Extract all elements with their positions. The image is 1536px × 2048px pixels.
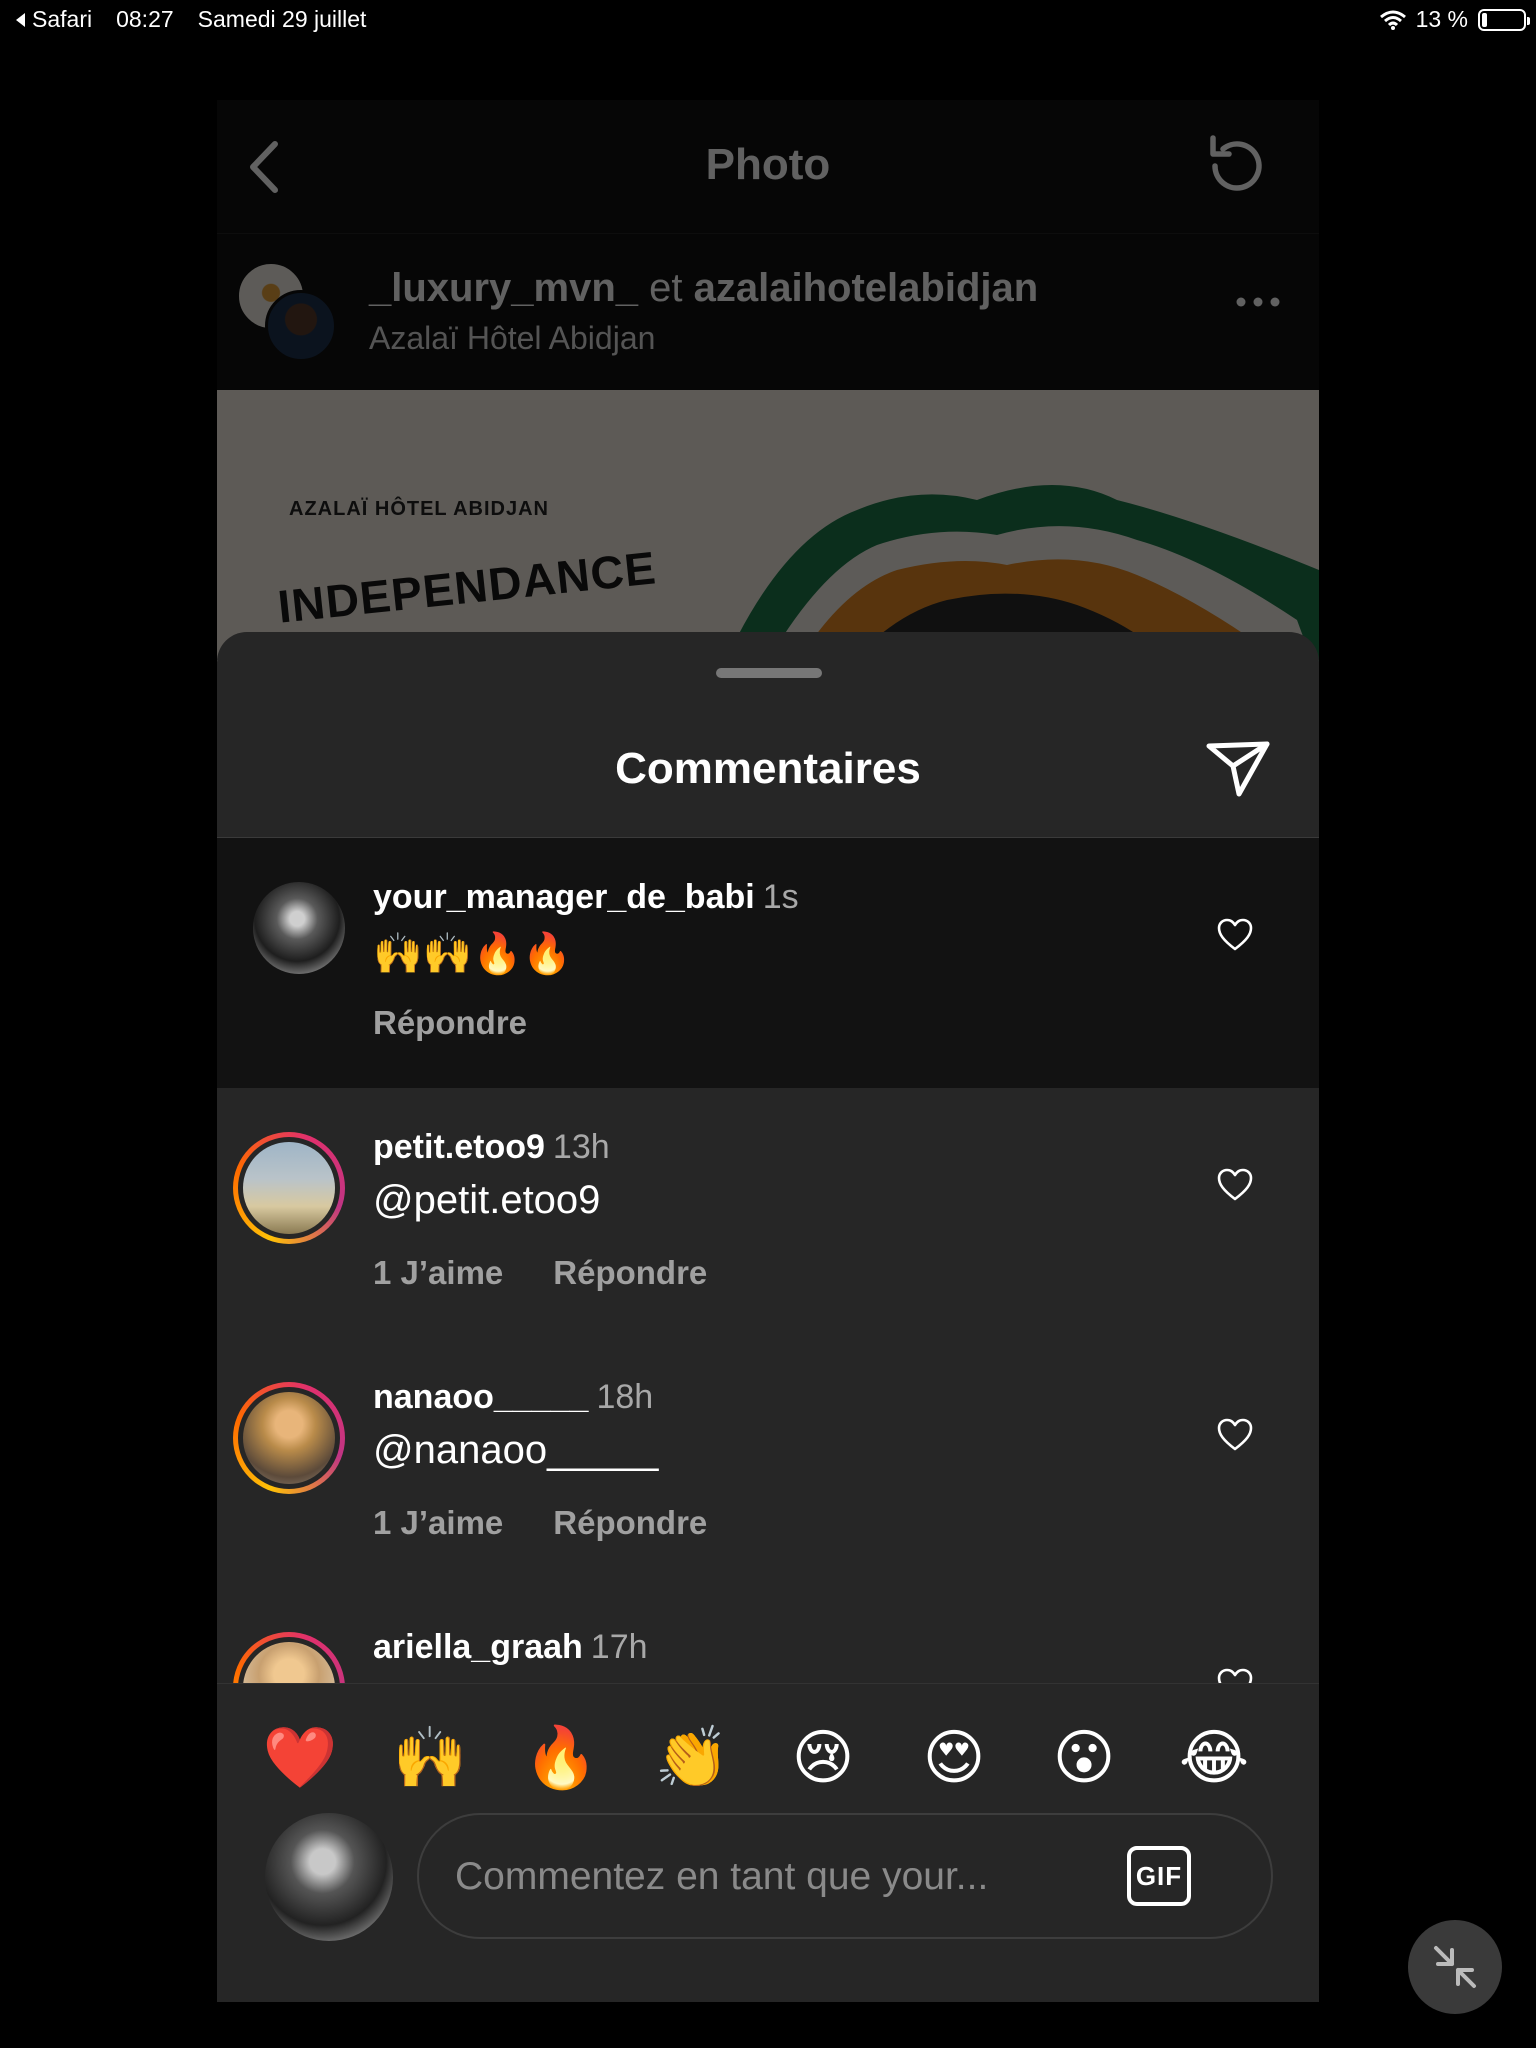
heart-icon[interactable] — [1217, 918, 1253, 952]
status-bar: Safari 08:27 Samedi 29 juillet 13 % — [0, 0, 1536, 40]
avatar — [243, 1642, 335, 1683]
comment-username[interactable]: ariella_graah — [373, 1628, 583, 1666]
comment-header: nanaoo_____ 18h — [373, 1378, 653, 1417]
page-title: Photo — [705, 140, 831, 189]
comment-time: 18h — [596, 1378, 654, 1416]
comments-list[interactable]: your_manager_de_babi 1s 🙌🙌🔥🔥 Répondre pet… — [217, 838, 1319, 1683]
avatar[interactable] — [253, 882, 345, 974]
reply-button[interactable]: Répondre — [553, 1504, 707, 1542]
story-ring[interactable] — [233, 1132, 345, 1244]
battery-icon — [1478, 8, 1530, 31]
status-right: 13 % — [1379, 6, 1530, 33]
comments-sheet: Commentaires your_manager_de_babi 1s 🙌🙌🔥🔥… — [217, 632, 1319, 2002]
status-time: 08:27 — [116, 6, 174, 32]
post-location[interactable]: Azalaï Hôtel Abidjan — [369, 320, 655, 357]
heart-icon[interactable] — [1217, 1418, 1253, 1452]
collab-avatars[interactable] — [237, 262, 337, 362]
share-icon[interactable] — [1205, 738, 1271, 798]
photo-brand-text: AZALAÏ HÔTEL ABIDJAN — [289, 498, 549, 520]
comment-item: nanaoo_____ 18h @nanaoo_____ 1 J’aime Rép… — [217, 1338, 1319, 1588]
comment-actions: 1 J’aime Répondre — [373, 1504, 707, 1542]
emoji-clap-button[interactable]: 👏 — [647, 1728, 737, 1788]
emoji-fire-button[interactable]: 🔥 — [516, 1728, 606, 1788]
author-conjunction: et — [649, 266, 683, 310]
author-link[interactable]: _luxury_mvn_ — [369, 266, 638, 310]
sheet-grabber[interactable] — [716, 668, 822, 678]
status-left: Safari 08:27 Samedi 29 juillet — [14, 6, 366, 33]
comment-header: petit.etoo9 13h — [373, 1128, 610, 1167]
comment-item: petit.etoo9 13h @petit.etoo9 1 J’aime Rép… — [217, 1088, 1319, 1338]
avatar — [243, 1392, 335, 1484]
emoji-crying-button[interactable]: 😢 — [778, 1728, 868, 1788]
comment-text: @petit.etoo9 — [373, 1178, 601, 1222]
instagram-app: Photo _luxury_mvn_ et azalaihotelabidjan… — [217, 100, 1319, 2002]
comment-text: @nanaoo_____ — [373, 1428, 659, 1472]
back-triangle-icon — [16, 12, 25, 27]
post-authors: _luxury_mvn_ et azalaihotelabidjan — [369, 266, 1038, 311]
back-to-app-link[interactable]: Safari — [14, 6, 92, 33]
comment-time: 17h — [590, 1628, 648, 1666]
post-header: _luxury_mvn_ et azalaihotelabidjan Azala… — [217, 234, 1319, 390]
comment-header: ariella_graah 17h — [373, 1628, 648, 1667]
author-link[interactable]: azalaihotelabidjan — [694, 266, 1039, 310]
shrink-window-button[interactable] — [1408, 1920, 1502, 2014]
reply-button[interactable]: Répondre — [373, 1004, 527, 1042]
battery-percent: 13 % — [1415, 6, 1468, 32]
emoji-laughing-button[interactable]: 😂 — [1169, 1728, 1259, 1788]
emoji-raised-hands-button[interactable]: 🙌 — [385, 1728, 475, 1788]
comment-item: your_manager_de_babi 1s 🙌🙌🔥🔥 Répondre — [217, 838, 1319, 1088]
comment-time: 13h — [552, 1128, 610, 1166]
top-bar: Photo — [217, 100, 1319, 234]
comment-username[interactable]: petit.etoo9 — [373, 1128, 545, 1166]
story-ring[interactable] — [233, 1632, 345, 1683]
back-app-label: Safari — [32, 6, 93, 32]
comment-input-wrapper[interactable]: GIF — [417, 1813, 1273, 1939]
comment-header: your_manager_de_babi 1s — [373, 878, 799, 917]
emoji-heart-eyes-button[interactable]: 😍 — [909, 1728, 999, 1788]
comment-username[interactable]: nanaoo_____ — [373, 1378, 588, 1416]
avatar — [243, 1142, 335, 1234]
reply-button[interactable]: Répondre — [553, 1254, 707, 1292]
more-options-icon[interactable] — [1235, 296, 1281, 308]
comment-actions: Répondre — [373, 1004, 527, 1042]
wifi-icon — [1379, 10, 1406, 30]
likes-count[interactable]: 1 J’aime — [373, 1504, 503, 1542]
battery-level — [1482, 12, 1487, 27]
sheet-title: Commentaires — [615, 744, 921, 793]
story-ring[interactable] — [233, 1382, 345, 1494]
heart-icon[interactable] — [1217, 1668, 1253, 1683]
likes-count[interactable]: 1 J’aime — [373, 1254, 503, 1292]
status-date: Samedi 29 juillet — [197, 6, 367, 32]
emoji-surprised-button[interactable]: 😮 — [1039, 1728, 1129, 1788]
comment-time: 1s — [762, 878, 799, 916]
gif-button[interactable]: GIF — [1127, 1846, 1191, 1906]
comment-item: ariella_graah 17h — [217, 1588, 1319, 1683]
comment-username[interactable]: your_manager_de_babi — [373, 878, 755, 916]
emoji-quick-bar: ❤️ 🙌 🔥 👏 😢 😍 😮 😂 — [217, 1683, 1319, 1813]
refresh-icon[interactable] — [1201, 130, 1273, 202]
comment-composer: GIF — [217, 1813, 1319, 2002]
my-avatar — [265, 1813, 393, 1941]
comment-text: 🙌🙌🔥🔥 — [373, 932, 573, 976]
avatar — [265, 290, 337, 362]
comment-actions: 1 J’aime Répondre — [373, 1254, 707, 1292]
comment-input[interactable] — [453, 1845, 1073, 1909]
collapse-arrows-icon — [1434, 1946, 1476, 1988]
emoji-heart-button[interactable]: ❤️ — [255, 1728, 345, 1788]
heart-icon[interactable] — [1217, 1168, 1253, 1202]
